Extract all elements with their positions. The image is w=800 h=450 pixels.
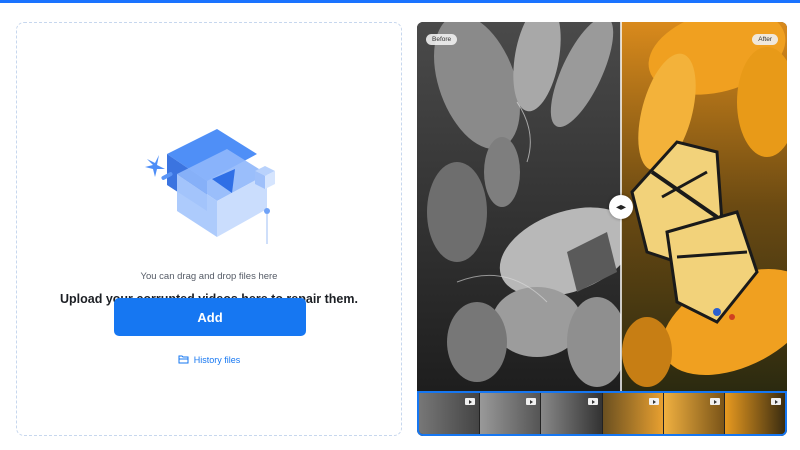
filmstrip-frame[interactable] (724, 393, 785, 434)
top-accent-bar (0, 0, 800, 3)
play-icon (709, 398, 720, 405)
play-icon (526, 398, 537, 405)
video-filmstrip[interactable] (417, 391, 787, 436)
left-right-arrows-icon: ◂▸ (615, 201, 627, 213)
play-icon (465, 398, 476, 405)
comparison-slider-handle[interactable]: ◂▸ (609, 195, 633, 219)
upload-dropzone[interactable]: You can drag and drop files here Upload … (16, 22, 402, 436)
filmstrip-frame[interactable] (480, 393, 542, 434)
filmstrip-frame[interactable] (663, 393, 725, 434)
history-files-link[interactable]: History files (17, 354, 401, 366)
filmstrip-frame[interactable] (419, 393, 481, 434)
preview-image (417, 22, 787, 391)
after-badge: After (752, 34, 778, 45)
add-button-label: Add (197, 309, 223, 325)
folder-icon (178, 354, 189, 366)
drag-drop-hint: You can drag and drop files here (140, 271, 278, 282)
before-badge: Before (426, 34, 458, 45)
play-icon (648, 398, 659, 405)
filmstrip-frame[interactable] (541, 393, 603, 434)
history-files-label: History files (193, 355, 241, 365)
play-icon (771, 398, 782, 405)
add-button[interactable]: Add (114, 298, 306, 336)
before-after-preview: Before After ◂▸ (417, 22, 787, 436)
filmstrip-frame[interactable] (602, 393, 664, 434)
play-icon (587, 398, 598, 405)
video-upload-illustration (137, 119, 287, 249)
